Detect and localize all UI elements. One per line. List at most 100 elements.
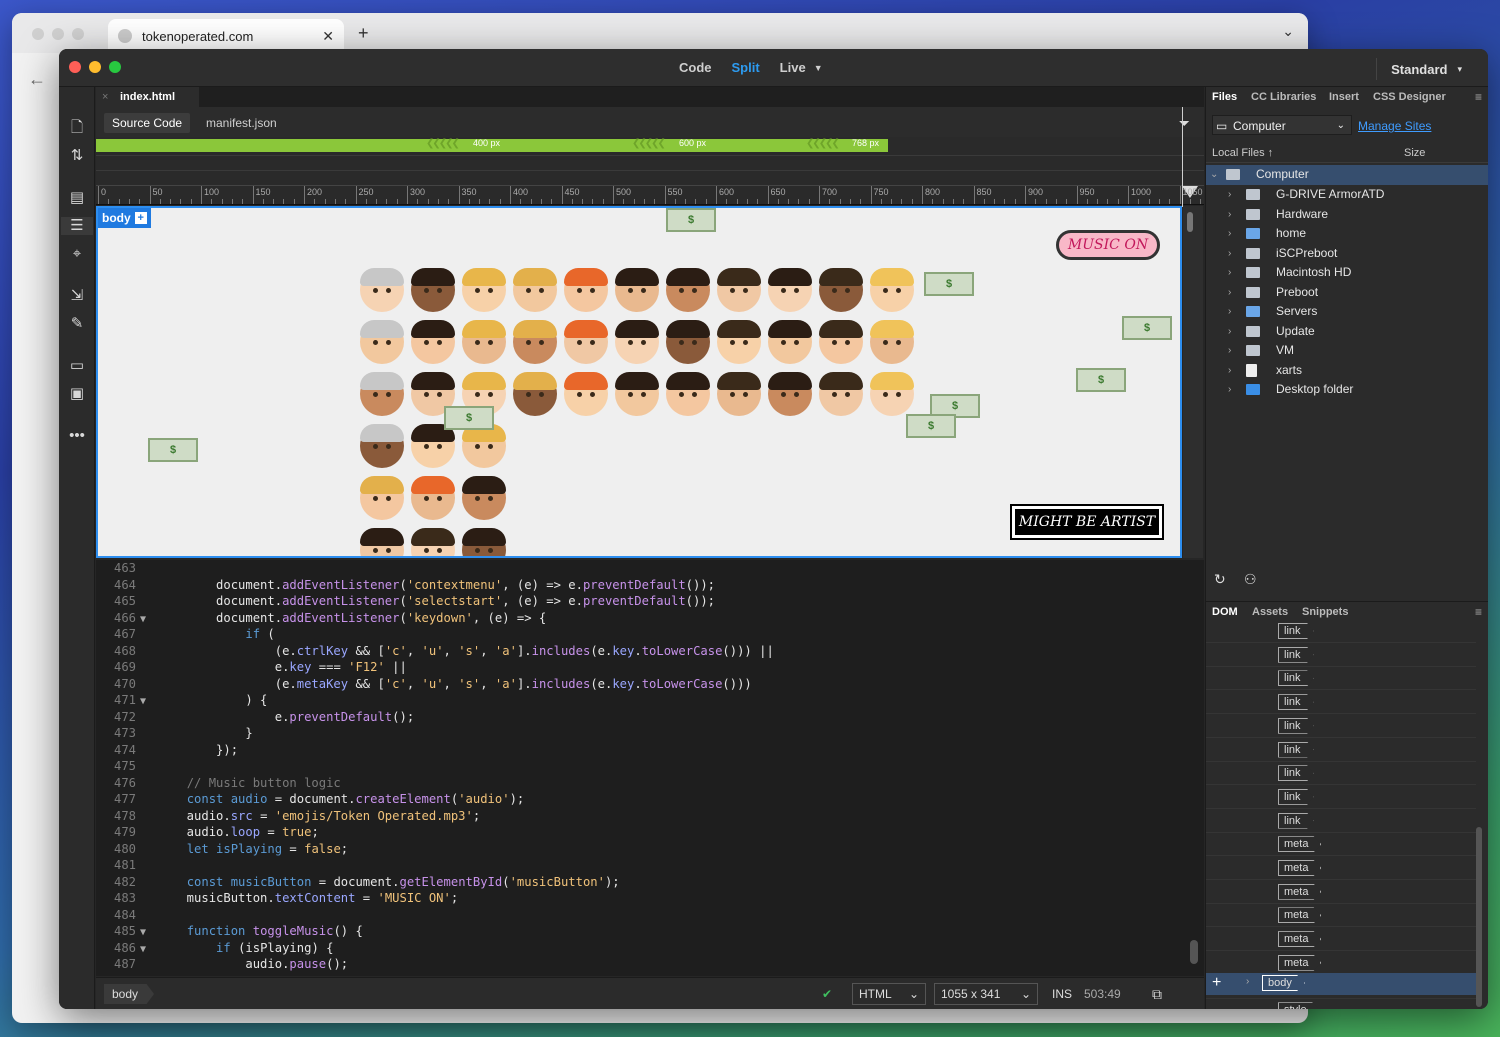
- related-file-source-code[interactable]: Source Code: [104, 113, 191, 133]
- panel-menu-icon[interactable]: ≡: [1475, 605, 1482, 619]
- live-view-scroll-thumb[interactable]: [1187, 212, 1193, 232]
- dom-tag-meta[interactable]: meta: [1278, 931, 1322, 948]
- might-be-artist-button[interactable]: MIGHT BE ARTIST: [1010, 504, 1164, 540]
- live-view[interactable]: body + MUSIC ON MIGHT BE ARTIST $ $ $ $ $ $ $ $: [96, 206, 1182, 558]
- tab-assets[interactable]: Assets: [1252, 606, 1288, 618]
- connect-icon[interactable]: ⚇: [1244, 571, 1257, 588]
- music-on-button[interactable]: MUSIC ON: [1056, 230, 1160, 260]
- dom-tag-link[interactable]: link: [1278, 646, 1314, 663]
- expand-arrow-icon[interactable]: ›: [1228, 322, 1231, 342]
- dom-tag-link[interactable]: link: [1278, 741, 1314, 758]
- code-line[interactable]: 486 ▼ if (isPlaying) {: [96, 940, 1204, 957]
- new-tab-icon[interactable]: +: [358, 23, 369, 44]
- expand-arrow-icon[interactable]: ›: [1228, 361, 1231, 381]
- code-view-button[interactable]: Code: [679, 60, 712, 75]
- expand-arrow-icon[interactable]: ›: [1228, 283, 1231, 303]
- format-source-icon[interactable]: ☰: [61, 217, 93, 235]
- file-tree-item[interactable]: › Macintosh HD: [1206, 263, 1488, 283]
- live-view-button[interactable]: Live: [780, 60, 806, 75]
- element-hud[interactable]: body +: [98, 208, 151, 228]
- dom-tag-meta[interactable]: meta: [1278, 907, 1322, 924]
- media-query-600[interactable]: 600 px: [679, 137, 706, 150]
- code-line[interactable]: 467 if (: [96, 626, 1204, 643]
- file-tree-root[interactable]: ⌄ Computer: [1206, 165, 1488, 185]
- open-document-icon[interactable]: 🗋: [67, 119, 87, 137]
- code-line[interactable]: 470 (e.metaKey && ['c', 'u', 's', 'a'].i…: [96, 676, 1204, 693]
- more-icon[interactable]: •••: [67, 427, 87, 445]
- code-line[interactable]: 464 document.addEventListener('contextme…: [96, 577, 1204, 594]
- expand-arrow-icon[interactable]: ›: [1228, 244, 1231, 264]
- refresh-icon[interactable]: ↻: [1214, 571, 1226, 588]
- live-dropdown-icon[interactable]: ▼: [814, 63, 823, 75]
- expand-arrow-icon[interactable]: ›: [1246, 976, 1249, 987]
- file-tree-item[interactable]: › iSCPreboot: [1206, 244, 1488, 264]
- expand-arrow-icon[interactable]: ›: [1228, 224, 1231, 244]
- window-size-select[interactable]: 1055 x 341 ⌄: [934, 983, 1038, 1005]
- media-query-768[interactable]: 768 px: [852, 137, 879, 150]
- expand-arrow-icon[interactable]: ›: [1228, 341, 1231, 361]
- tab-css-designer[interactable]: CSS Designer: [1373, 91, 1446, 103]
- media-query-400[interactable]: 400 px: [473, 137, 500, 150]
- window-minimize-button[interactable]: [89, 61, 101, 73]
- expand-arrow-icon[interactable]: ›: [1228, 380, 1231, 400]
- brush-icon[interactable]: ✎: [67, 315, 87, 333]
- browser-tab[interactable]: tokenoperated.com ✕: [108, 19, 344, 53]
- tab-cc-libraries[interactable]: CC Libraries: [1251, 91, 1316, 103]
- code-line[interactable]: 484: [96, 907, 1204, 924]
- dom-tag-meta[interactable]: meta: [1278, 860, 1322, 876]
- code-line[interactable]: 465 document.addEventListener('selectsta…: [96, 593, 1204, 610]
- document-tab-index[interactable]: × index.html: [96, 87, 200, 107]
- tag-selector-body[interactable]: body: [104, 984, 155, 1004]
- dom-tag-link[interactable]: link: [1278, 623, 1314, 639]
- expand-icon[interactable]: ⇲: [67, 287, 87, 305]
- live-code-icon[interactable]: ▤: [67, 189, 87, 207]
- file-tree-item[interactable]: › Desktop folder: [1206, 380, 1488, 400]
- manage-sites-link[interactable]: Manage Sites: [1358, 119, 1431, 133]
- dom-tag-body[interactable]: body: [1262, 975, 1305, 991]
- tab-dom[interactable]: DOM: [1212, 606, 1238, 618]
- dom-tag-style[interactable]: style: [1278, 1002, 1320, 1009]
- column-size[interactable]: Size: [1404, 147, 1425, 159]
- code-line[interactable]: 485 ▼ function toggleMusic() {: [96, 923, 1204, 940]
- file-tree-item[interactable]: › VM: [1206, 341, 1488, 361]
- dom-tag-meta[interactable]: meta: [1278, 836, 1322, 853]
- file-tree-item[interactable]: › home: [1206, 224, 1488, 244]
- add-element-icon[interactable]: +: [1212, 974, 1221, 992]
- document-type-select[interactable]: HTML ⌄: [852, 983, 926, 1005]
- code-line[interactable]: 479 audio.loop = true;: [96, 824, 1204, 841]
- split-view-button[interactable]: Split: [732, 60, 760, 75]
- dom-tag-link[interactable]: link: [1278, 812, 1314, 829]
- code-line[interactable]: 477 const audio = document.createElement…: [96, 791, 1204, 808]
- target-icon[interactable]: ⌖: [67, 245, 87, 263]
- related-file-manifest[interactable]: manifest.json: [198, 113, 285, 133]
- browser-zoom-dot[interactable]: [72, 28, 84, 40]
- expand-arrow-icon[interactable]: ›: [1228, 185, 1231, 205]
- code-line[interactable]: 475: [96, 758, 1204, 775]
- file-tree-item[interactable]: › Servers: [1206, 302, 1488, 322]
- code-line[interactable]: 482 const musicButton = document.getElem…: [96, 874, 1204, 891]
- comment-icon[interactable]: ▭: [67, 357, 87, 375]
- back-arrow-icon[interactable]: ←: [28, 69, 46, 90]
- panel-menu-icon[interactable]: ≡: [1475, 90, 1482, 104]
- dom-tag-link[interactable]: link: [1278, 717, 1314, 734]
- code-line[interactable]: 468 (e.ctrlKey && ['c', 'u', 's', 'a'].i…: [96, 643, 1204, 660]
- code-line[interactable]: 476 // Music button logic: [96, 775, 1204, 792]
- dom-tag-link[interactable]: link: [1278, 670, 1314, 687]
- expand-arrow-icon[interactable]: ›: [1228, 205, 1231, 225]
- filter-icon[interactable]: ⏷: [1179, 115, 1190, 132]
- expand-arrow-icon[interactable]: ›: [1228, 302, 1231, 322]
- expand-arrow-icon[interactable]: ›: [1228, 263, 1231, 283]
- code-line[interactable]: 478 audio.src = 'emojis/Token Operated.m…: [96, 808, 1204, 825]
- code-view[interactable]: 463 464 document.addEventListener('conte…: [96, 560, 1204, 976]
- code-line[interactable]: 469 e.key === 'F12' ||: [96, 659, 1204, 676]
- dom-tag-link[interactable]: link: [1278, 765, 1314, 782]
- dom-tag-meta[interactable]: meta: [1278, 954, 1322, 971]
- code-line[interactable]: 487 audio.pause();: [96, 956, 1204, 973]
- file-tree-item[interactable]: › G-DRIVE ArmorATD: [1206, 185, 1488, 205]
- file-tree-item[interactable]: › Update: [1206, 322, 1488, 342]
- close-tab-icon[interactable]: ✕: [322, 28, 334, 45]
- live-view-scrollbar[interactable]: [1183, 206, 1203, 558]
- code-line[interactable]: 471 ▼ ) {: [96, 692, 1204, 709]
- dom-scroll-thumb[interactable]: [1476, 827, 1482, 1007]
- window-zoom-button[interactable]: [109, 61, 121, 73]
